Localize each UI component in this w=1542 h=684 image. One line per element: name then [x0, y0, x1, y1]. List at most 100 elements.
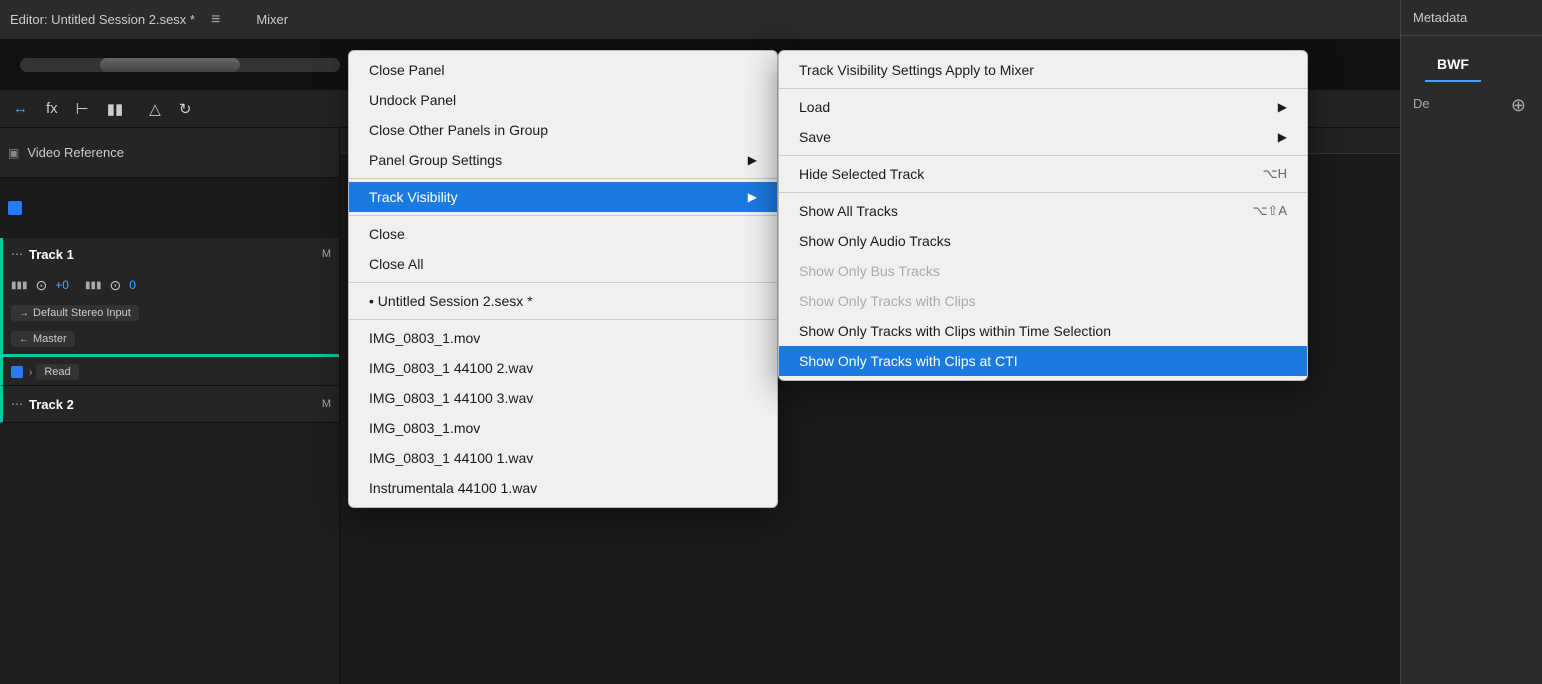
menu-item-label: Close	[369, 226, 405, 242]
submenu-item-show-only-tracks-with-clips-at[interactable]: Show Only Tracks with Clips at CTI	[779, 346, 1307, 376]
submenu-divider	[779, 155, 1307, 156]
menu-item-close[interactable]: Close	[349, 219, 777, 249]
submenu-item-label: Show Only Tracks with Clips at CTI	[799, 353, 1018, 369]
menu-item-panel-group-settings[interactable]: Panel Group Settings ▶	[349, 145, 777, 175]
track-headers: ▣ Video Reference ⋯ Track 1 M ▮▮▮ ⊙ +0 ▮…	[0, 128, 340, 684]
menu-item-label: Panel Group Settings	[369, 152, 502, 168]
menu-item-label: Track Visibility	[369, 189, 458, 205]
metadata-panel: Metadata BWF De ⊕	[1400, 0, 1542, 684]
submenu-item-right: ▶	[1278, 100, 1287, 114]
toolbar-clip-icon[interactable]: ⊢	[71, 97, 94, 121]
track1-block: ⋯ Track 1 M ▮▮▮ ⊙ +0 ▮▮▮ ⊙ 0 → Default S…	[0, 238, 339, 386]
track1-input-label: Default Stereo Input	[33, 307, 131, 319]
menu-item-label: IMG_0803_1 44100 1.wav	[369, 450, 533, 466]
submenu-divider	[779, 192, 1307, 193]
menu-item-close-all[interactable]: Close All	[349, 249, 777, 279]
context-menu-main: Close Panel Undock Panel Close Other Panel…	[348, 50, 778, 508]
menu-item-label: IMG_0803_1 44100 2.wav	[369, 360, 533, 376]
submenu-item-load[interactable]: Load ▶	[779, 92, 1307, 122]
track2-header: ⋯ Track 2 M	[3, 386, 339, 422]
track1-pan[interactable]: 0	[129, 278, 136, 292]
submenu-item-save[interactable]: Save▶	[779, 122, 1307, 152]
toolbar-meter-icon[interactable]: ▮▮	[102, 97, 129, 121]
submenu-item-label: Show Only Tracks with Clips	[799, 293, 976, 309]
track1-clock-icon-right: ⊙	[109, 277, 121, 294]
toolbar-sync-icon[interactable]: ↻	[174, 97, 197, 121]
blue-square-indicator	[8, 201, 22, 215]
submenu-item-label: Hide Selected Track	[799, 166, 924, 182]
menu-divider	[349, 178, 777, 179]
track1-cyan-bar	[3, 354, 339, 357]
track1-header: ⋯ Track 1 M	[3, 238, 339, 270]
editor-title: Editor: Untitled Session 2.sesx *	[10, 12, 195, 27]
menu-item-img-0803-1-44100-2-wav[interactable]: IMG_0803_1 44100 2.wav	[349, 353, 777, 383]
menu-arrow-icon: ▶	[748, 190, 757, 204]
track1-output-row: ← Master	[3, 326, 339, 352]
menu-item-close-other-panels-in-group[interactable]: Close Other Panels in Group	[349, 115, 777, 145]
menu-item-img-0803-1-44100-1-wav[interactable]: IMG_0803_1 44100 1.wav	[349, 443, 777, 473]
hamburger-menu-icon[interactable]: ≡	[205, 9, 226, 31]
metadata-bwf-container: BWF	[1401, 36, 1542, 88]
track2-wave-icon: ⋯	[11, 397, 23, 411]
track2-mute-btn[interactable]: M	[322, 398, 331, 410]
video-reference-label: Video Reference	[27, 145, 124, 160]
track2-name: Track 2	[29, 397, 74, 412]
track1-expand-icon[interactable]	[11, 366, 23, 378]
menu-item-img-0803-1-44100-3-wav[interactable]: IMG_0803_1 44100 3.wav	[349, 383, 777, 413]
menu-item-label: Close All	[369, 256, 423, 272]
track1-chevron-icon[interactable]: ›	[29, 367, 32, 378]
blank-spacer	[0, 178, 339, 238]
submenu-item-track-visibility-settings-appl[interactable]: Track Visibility Settings Apply to Mixer	[779, 55, 1307, 85]
menu-item-undock-panel[interactable]: Undock Panel	[349, 85, 777, 115]
track1-level-meter-right: ▮▮▮	[85, 280, 102, 291]
toolbar-warning-icon[interactable]: △	[144, 97, 166, 121]
submenu-item-right: ▶	[1278, 130, 1287, 144]
track1-output-arrow-icon: ←	[19, 334, 29, 345]
metadata-export-icon[interactable]: ⊕	[1511, 95, 1526, 116]
track1-volume[interactable]: +0	[55, 278, 69, 292]
submenu-item-label: Show All Tracks	[799, 203, 898, 219]
menu-item-label: Undock Panel	[369, 92, 456, 108]
menu-item-instrumentala-44100-1-wav[interactable]: Instrumentala 44100 1.wav	[349, 473, 777, 503]
submenu-item-show-all-tracks[interactable]: Show All Tracks⌥⇧A	[779, 196, 1307, 226]
track1-input-arrow-icon: →	[19, 308, 29, 319]
scrollbar-track[interactable]	[20, 58, 340, 72]
track1-read-btn[interactable]: Read	[36, 364, 78, 380]
track1-output-btn[interactable]: ← Master	[11, 331, 75, 347]
track1-input-row: → Default Stereo Input	[3, 300, 339, 326]
submenu-item-label: Track Visibility Settings Apply to Mixer	[799, 62, 1034, 78]
track1-input-btn[interactable]: → Default Stereo Input	[11, 305, 139, 321]
track2-block: ⋯ Track 2 M	[0, 386, 339, 423]
submenu-item-hide-selected-track[interactable]: Hide Selected Track ⌥H	[779, 159, 1307, 189]
menu-item-label: IMG_0803_1.mov	[369, 420, 480, 436]
video-icon: ▣	[8, 146, 19, 160]
submenu-item-show-only-tracks-with-clips-wi[interactable]: Show Only Tracks with Clips within Time …	[779, 316, 1307, 346]
submenu-item-right: ⌥H	[1263, 166, 1287, 182]
menu-divider	[349, 282, 777, 283]
video-reference-row: ▣ Video Reference	[0, 128, 339, 178]
submenu-item-label: Load	[799, 99, 830, 115]
toolbar-routing-icon[interactable]: ↔	[8, 97, 33, 120]
track1-mute-btn[interactable]: M	[322, 248, 331, 260]
menu-item-img-0803-1-mov[interactable]: IMG_0803_1.mov	[349, 413, 777, 443]
mixer-tab[interactable]: Mixer	[256, 12, 288, 27]
submenu-divider	[779, 88, 1307, 89]
top-bar: Editor: Untitled Session 2.sesx * ≡ Mixe…	[0, 0, 1400, 40]
submenu-item-show-only-audio-tracks[interactable]: Show Only Audio Tracks	[779, 226, 1307, 256]
menu-divider	[349, 215, 777, 216]
toolbar-fx-icon[interactable]: fx	[41, 97, 63, 120]
menu-item---untitled-session-2-sesx--[interactable]: • Untitled Session 2.sesx *	[349, 286, 777, 316]
menu-item-close-panel[interactable]: Close Panel	[349, 55, 777, 85]
menu-arrow-icon: ▶	[748, 153, 757, 167]
menu-item-label: • Untitled Session 2.sesx *	[369, 293, 533, 309]
menu-item-img-0803-1-mov[interactable]: IMG_0803_1.mov	[349, 323, 777, 353]
track1-controls: ▮▮▮ ⊙ +0 ▮▮▮ ⊙ 0	[3, 270, 339, 300]
metadata-bwf-label[interactable]: BWF	[1425, 48, 1481, 82]
submenu-item-label: Show Only Tracks with Clips within Time …	[799, 323, 1111, 339]
context-menu-sub: Track Visibility Settings Apply to Mixer…	[778, 50, 1308, 381]
menu-item-label: IMG_0803_1 44100 3.wav	[369, 390, 533, 406]
menu-item-track-visibility[interactable]: Track Visibility ▶	[349, 182, 777, 212]
submenu-item-show-only-tracks-with-clips: Show Only Tracks with Clips	[779, 286, 1307, 316]
scrollbar-thumb[interactable]	[100, 58, 240, 72]
submenu-item-label: Show Only Audio Tracks	[799, 233, 951, 249]
